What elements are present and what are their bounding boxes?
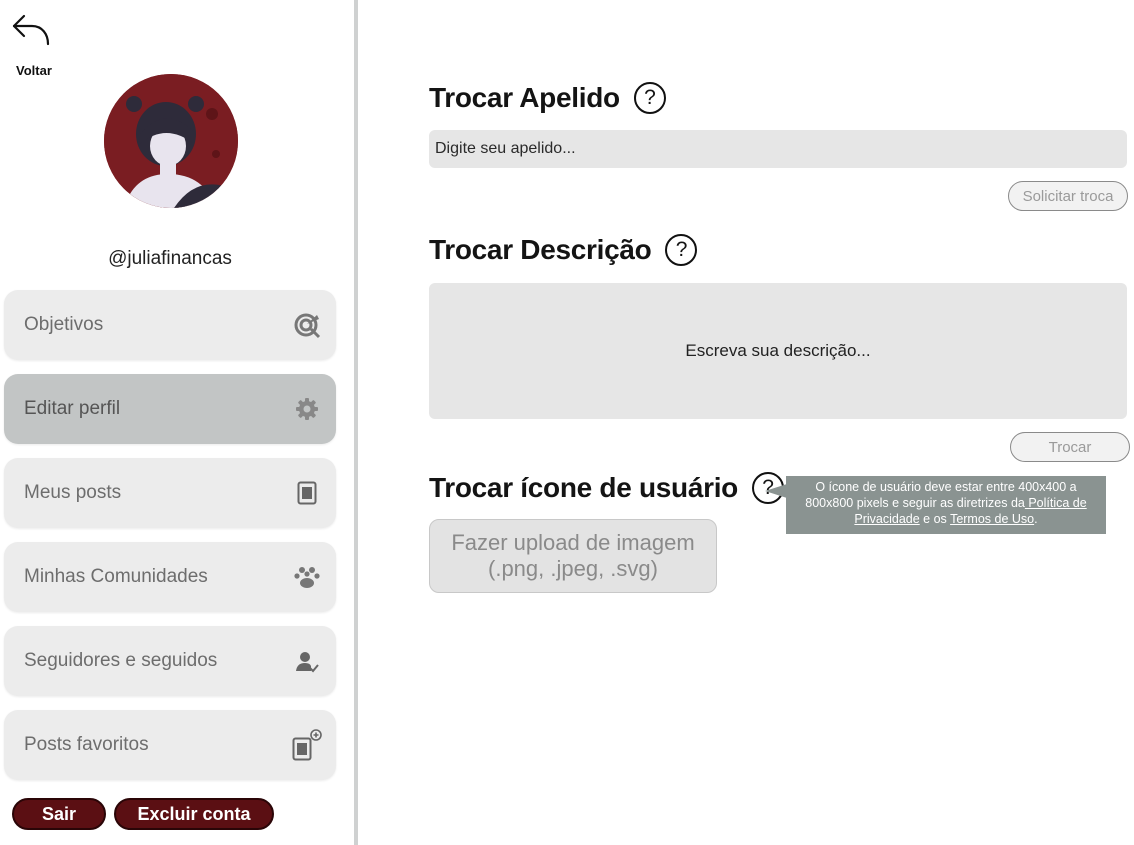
target-icon <box>292 310 322 340</box>
change-description-button[interactable]: Trocar <box>1010 432 1130 462</box>
back-arrow-icon <box>12 14 50 46</box>
logout-button[interactable]: Sair <box>12 798 106 830</box>
paw-icon <box>292 562 322 592</box>
sidebar-item-label: Editar perfil <box>24 398 121 419</box>
sidebar-item-label: Posts favoritos <box>24 734 149 755</box>
tooltip-pointer <box>765 484 787 498</box>
user-icon-tooltip: O ícone de usuário deve estar entre 400x… <box>786 476 1106 534</box>
tooltip-text-end: . <box>1034 512 1038 526</box>
gear-icon <box>292 394 322 424</box>
nickname-help-icon[interactable]: ? <box>633 82 666 114</box>
upload-label-line1: Fazer upload de imagem <box>451 530 695 555</box>
nickname-title-text: Trocar Apelido <box>429 82 620 113</box>
upload-label-line2: (.png, .jpeg, .svg) <box>488 556 658 581</box>
upload-image-button[interactable]: Fazer upload de imagem (.png, .jpeg, .sv… <box>429 519 717 593</box>
sidebar-item-objetivos[interactable]: Objetivos <box>4 290 336 360</box>
sidebar-item-meus-posts[interactable]: Meus posts <box>4 458 336 528</box>
avatar-illustration-icon <box>104 74 238 208</box>
description-placeholder: Escreva sua descrição... <box>685 341 871 360</box>
sidebar-item-label: Objetivos <box>24 314 104 335</box>
sidebar-item-seguidores[interactable]: Seguidores e seguidos <box>4 626 336 696</box>
description-help-icon[interactable]: ? <box>665 234 698 266</box>
description-textarea[interactable]: Escreva sua descrição... <box>429 283 1127 419</box>
delete-account-button[interactable]: Excluir conta <box>114 798 274 830</box>
sidebar-item-label: Meus posts <box>24 482 122 503</box>
sidebar: Voltar @juliafinancas Objetivos Editar p… <box>0 0 354 845</box>
sidebar-item-minhas-comunidades[interactable]: Minhas Comunidades <box>4 542 336 612</box>
sidebar-item-editar-perfil[interactable]: Editar perfil <box>4 374 336 444</box>
avatar[interactable] <box>104 74 238 208</box>
document-plus-icon <box>292 729 322 761</box>
description-title-text: Trocar Descrição <box>429 234 652 265</box>
user-check-icon <box>292 646 322 676</box>
user-icon-title-text: Trocar ícone de usuário <box>429 472 738 503</box>
nickname-input[interactable] <box>429 130 1127 168</box>
back-label[interactable]: Voltar <box>16 63 52 78</box>
user-icon-section-title: Trocar ícone de usuário ? <box>429 472 784 504</box>
description-section-title: Trocar Descrição ? <box>429 234 698 266</box>
terms-of-use-link[interactable]: Termos de Uso <box>950 512 1034 526</box>
sidebar-item-label: Seguidores e seguidos <box>24 650 218 671</box>
request-nickname-change-button[interactable]: Solicitar troca <box>1008 181 1128 211</box>
tooltip-text-middle: e os <box>919 512 951 526</box>
username: @juliafinancas <box>108 248 232 269</box>
nickname-section-title: Trocar Apelido ? <box>429 82 666 114</box>
document-icon <box>292 478 322 508</box>
back-button[interactable] <box>10 10 60 50</box>
sidebar-divider <box>354 0 358 845</box>
sidebar-item-label: Minhas Comunidades <box>24 566 208 587</box>
sidebar-item-posts-favoritos[interactable]: Posts favoritos <box>4 710 336 780</box>
